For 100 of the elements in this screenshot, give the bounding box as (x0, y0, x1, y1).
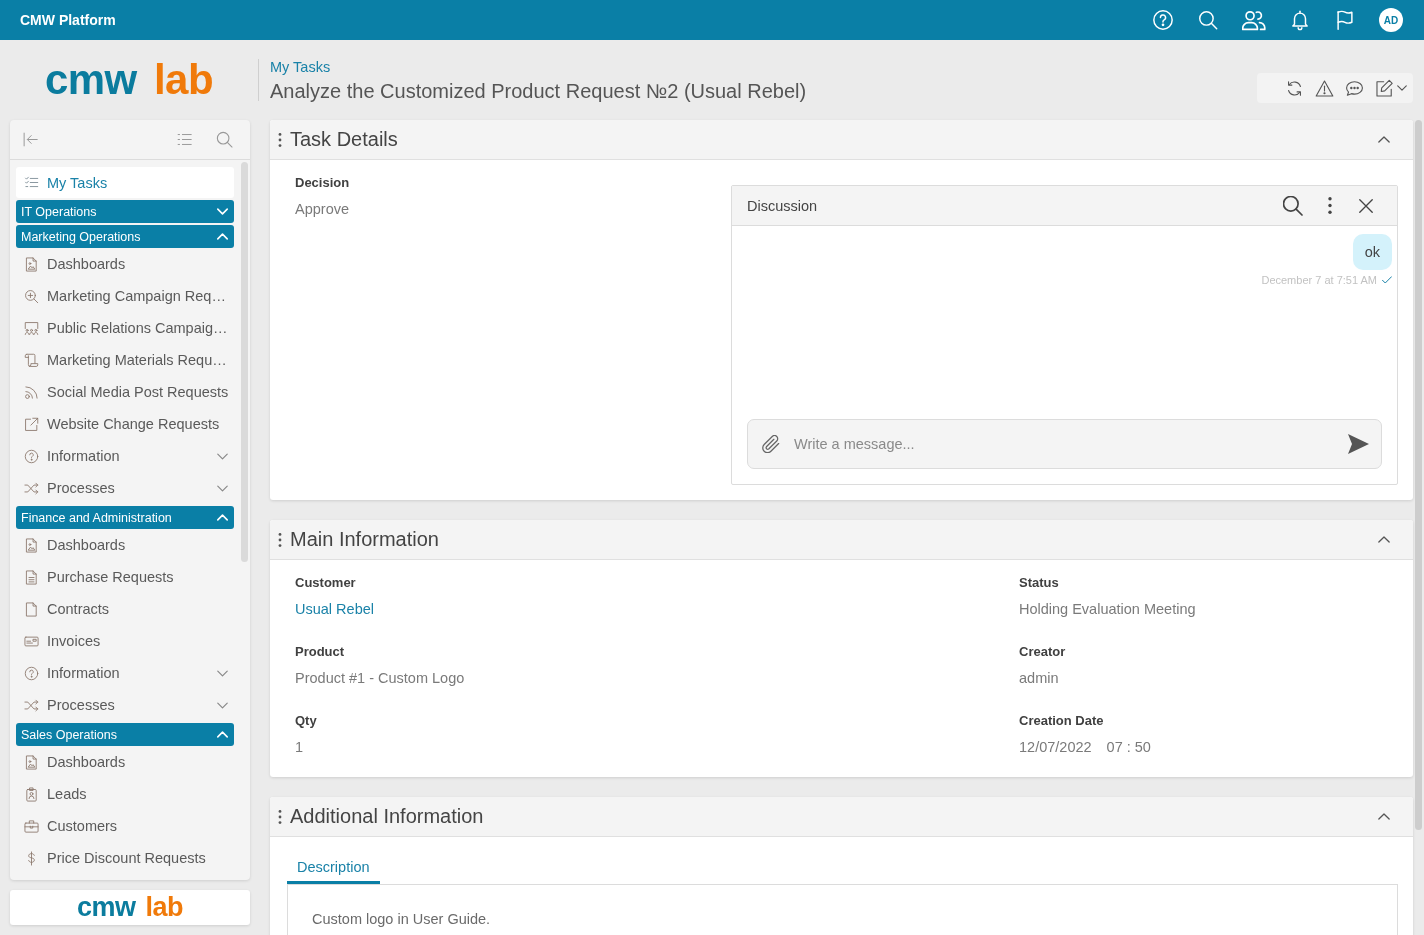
scroll-icon (24, 352, 39, 368)
sidebar-item[interactable]: Processes (16, 472, 234, 504)
sidebar-group-header[interactable]: Finance and Administration (16, 506, 234, 529)
card-title: Main Information (290, 528, 439, 551)
chevron-down-icon (217, 208, 228, 215)
users-icon[interactable] (1242, 9, 1266, 31)
field-label: Product (295, 643, 345, 661)
field-label: Creator (1019, 643, 1066, 661)
sidebar-item[interactable]: Information (16, 657, 234, 689)
list-icon[interactable] (176, 131, 193, 148)
image-document-icon (24, 537, 39, 553)
sidebar-item[interactable]: Website Change Requests (16, 408, 234, 440)
presentation-icon (24, 320, 39, 336)
warning-icon[interactable] (1315, 78, 1334, 98)
sidebar-group-header[interactable]: IT Operations (16, 200, 234, 223)
sidebar-item[interactable]: Public Relations Campaig… (16, 312, 234, 344)
sidebar-item[interactable]: Dashboards (16, 746, 234, 778)
help-icon (24, 448, 39, 464)
field-value: admin (1019, 669, 1059, 688)
user-avatar[interactable]: AD (1379, 8, 1403, 32)
sidebar-item[interactable]: Dashboards (16, 529, 234, 561)
sidebar-item[interactable]: Purchase Requests (16, 561, 234, 593)
page-title: Analyze the Customized Product Request №2 (Usual Rebel) (270, 78, 807, 103)
drag-handle-icon[interactable] (278, 809, 282, 824)
sidebar-item[interactable]: Processes (16, 689, 234, 721)
card-title: Additional Information (290, 805, 484, 828)
drag-handle-icon[interactable] (278, 132, 282, 147)
search-icon[interactable] (1283, 195, 1303, 216)
chevron-up-icon[interactable] (1378, 136, 1390, 143)
flag-icon[interactable] (1334, 9, 1356, 31)
shuffle-icon (24, 697, 39, 713)
chevron-up-icon (217, 514, 228, 521)
refresh-icon[interactable] (1285, 78, 1304, 98)
zoom-in-icon (24, 288, 39, 304)
field-value: Approve (295, 200, 349, 219)
sidebar-group-header[interactable]: Sales Operations (16, 723, 234, 746)
shuffle-icon (24, 480, 39, 496)
close-icon[interactable] (1359, 198, 1373, 213)
sidebar-item[interactable]: Social Media Post Requests (16, 376, 234, 408)
message-bubble: ok (1352, 234, 1392, 270)
field-label: Decision (295, 174, 350, 192)
description-text: Custom logo in User Guide. (312, 911, 491, 927)
send-icon[interactable] (1348, 434, 1369, 454)
image-document-icon (24, 754, 39, 770)
date-value: 12/07/2022 (1019, 738, 1092, 757)
sidebar-group-header[interactable]: Marketing Operations (16, 225, 234, 248)
image-document-icon (24, 256, 39, 272)
more-icon[interactable] (1328, 197, 1332, 214)
sidebar-item[interactable]: Marketing Materials Requ… (16, 344, 234, 376)
chevron-up-icon[interactable] (1378, 536, 1390, 543)
field-label: Status (1019, 574, 1059, 592)
id-card-icon (24, 633, 39, 649)
broadcast-icon (24, 384, 39, 400)
sidebar-item[interactable]: Information (16, 440, 234, 472)
document-icon (24, 569, 39, 585)
breadcrumb-link[interactable]: My Tasks (270, 57, 807, 76)
field-value: Product #1 - Custom Logo (295, 669, 465, 688)
tab[interactable]: Description (287, 853, 380, 884)
sidebar-item[interactable]: Dashboards (16, 248, 234, 280)
field-link[interactable]: Usual Rebel (295, 599, 374, 619)
chevron-up-icon (217, 233, 228, 240)
message-input[interactable]: Write a message... (794, 429, 1336, 459)
chat-icon[interactable] (1345, 78, 1364, 98)
edit-icon[interactable] (1375, 78, 1394, 98)
collapse-sidebar-icon[interactable] (22, 131, 39, 148)
help-icon (24, 665, 39, 681)
chevron-up-icon (217, 731, 228, 738)
briefcase-icon (24, 818, 39, 834)
field-value: 1 (295, 738, 304, 757)
sidebar-item[interactable]: Leads (16, 778, 234, 810)
logo: cmw lab (44, 59, 214, 101)
discussion-title: Discussion (747, 197, 818, 214)
paperclip-icon[interactable] (762, 435, 780, 453)
search-icon[interactable] (1197, 9, 1219, 31)
sidebar-item[interactable]: Customers (16, 810, 234, 842)
card-title: Task Details (290, 128, 398, 151)
help-icon[interactable] (1152, 9, 1174, 31)
sidebar-item[interactable]: Contracts (16, 593, 234, 625)
sidebar-item[interactable]: Invoices (16, 625, 234, 657)
sidebar-item[interactable]: Marketing Campaign Req… (16, 280, 234, 312)
app-title: CMW Platform (20, 12, 116, 28)
field-label: Customer (295, 574, 356, 592)
drag-handle-icon[interactable] (278, 532, 282, 547)
field-value: Holding Evaluation Meeting (1019, 600, 1196, 619)
sidebar-item[interactable]: My Tasks (16, 167, 234, 198)
scrollbar-thumb[interactable] (1415, 120, 1422, 830)
logo: cmw lab (76, 894, 184, 921)
blank-page-icon (24, 601, 39, 617)
chevron-up-icon[interactable] (1378, 813, 1390, 820)
time-value: 07 : 50 (1106, 738, 1151, 757)
field-label: Qty (295, 712, 317, 730)
field-label: Creation Date (1019, 712, 1104, 730)
bell-icon[interactable] (1289, 9, 1311, 31)
sidebar-item[interactable]: Price Discount Requests (16, 842, 234, 874)
external-link-icon (24, 416, 39, 432)
scrollbar-thumb[interactable] (241, 162, 248, 562)
message-field[interactable]: Write a message... (747, 419, 1382, 469)
badge-icon (24, 786, 39, 802)
checklist-icon (24, 175, 39, 190)
caret-down-icon[interactable] (1397, 85, 1407, 91)
